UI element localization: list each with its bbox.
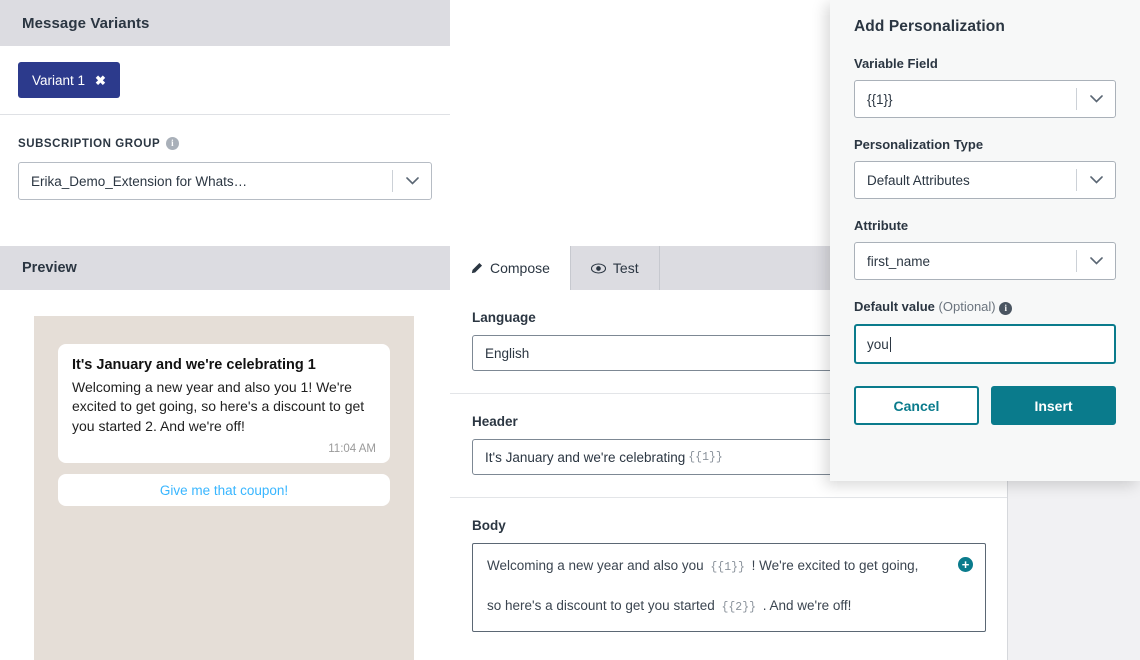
chevron-down-icon[interactable] xyxy=(393,177,431,185)
variant-1-chip[interactable]: Variant 1 ✖ xyxy=(18,62,120,98)
preview-message-card: It's January and we're celebrating 1 Wel… xyxy=(58,344,390,464)
attribute-label: Attribute xyxy=(854,218,909,233)
variant-tabs-row: Variant 1 ✖ xyxy=(0,46,450,114)
preview-message-body: Welcoming a new year and also you 1! We'… xyxy=(72,378,365,435)
subscription-group-label: SUBSCRIPTION GROUP i xyxy=(18,137,432,150)
body-line2-token[interactable]: {{2}} xyxy=(718,601,759,614)
preview-header: Preview xyxy=(0,246,450,290)
personalization-type-select[interactable]: Default Attributes xyxy=(854,161,1116,199)
variable-field-value: {{1}} xyxy=(867,91,893,107)
personalization-type-label: Personalization Type xyxy=(854,137,984,152)
add-personalization-modal: Add Personalization Variable Field {{1}}… xyxy=(830,0,1140,481)
default-value-input[interactable]: you xyxy=(854,324,1116,364)
tab-test[interactable]: Test xyxy=(571,246,660,290)
cancel-button[interactable]: Cancel xyxy=(854,386,979,425)
subscription-group-label-text: SUBSCRIPTION GROUP xyxy=(18,137,161,150)
preview-cta-button[interactable]: Give me that coupon! xyxy=(58,474,390,506)
default-value-label: Default value (Optional) i xyxy=(854,299,1116,315)
subscription-group-section: SUBSCRIPTION GROUP i Erika_Demo_Extensio… xyxy=(0,115,450,200)
preview-message-header: It's January and we're celebrating 1 xyxy=(72,357,316,373)
close-icon[interactable]: ✖ xyxy=(95,74,106,87)
body-line2-post: . And we're off! xyxy=(762,598,852,614)
info-icon[interactable]: i xyxy=(166,137,180,150)
text-cursor xyxy=(889,336,891,352)
insert-button[interactable]: Insert xyxy=(991,386,1116,425)
body-label: Body xyxy=(472,518,506,533)
language-value: English xyxy=(485,345,530,361)
attribute-value: first_name xyxy=(867,253,931,269)
tab-compose-label: Compose xyxy=(490,260,550,276)
variable-field-select[interactable]: {{1}} xyxy=(854,80,1116,118)
pencil-icon xyxy=(470,262,483,275)
body-line1-token[interactable]: {{1}} xyxy=(707,561,748,574)
modal-title: Add Personalization xyxy=(854,18,1005,35)
default-value-text: you xyxy=(867,336,889,352)
body-line-2: so here's a discount to get you started … xyxy=(487,596,971,616)
subscription-group-value: Erika_Demo_Extension for Whats… xyxy=(31,173,248,189)
body-line1-post: ! We're excited to get going, xyxy=(751,558,919,573)
header-text: It's January and we're celebrating xyxy=(485,449,686,465)
body-field-block: Body Welcoming a new year and also you {… xyxy=(450,498,1008,654)
screen-root: Message Variants Variant 1 ✖ SUBSCRIPTIO… xyxy=(0,0,1140,660)
default-value-label-text: Default value xyxy=(854,299,935,314)
subscription-group-select[interactable]: Erika_Demo_Extension for Whats… xyxy=(18,162,432,200)
preview-canvas: It's January and we're celebrating 1 Wel… xyxy=(34,316,414,660)
attribute-select[interactable]: first_name xyxy=(854,242,1116,280)
page-title: Message Variants xyxy=(22,14,150,32)
default-value-optional-text: (Optional) xyxy=(938,299,996,314)
personalization-type-value: Default Attributes xyxy=(867,172,970,188)
body-line-1: Welcoming a new year and also you {{1}} … xyxy=(487,556,971,576)
chevron-down-icon[interactable] xyxy=(1077,95,1115,103)
preview-title: Preview xyxy=(22,260,77,276)
chevron-down-icon[interactable] xyxy=(1077,176,1115,184)
tab-compose[interactable]: Compose xyxy=(450,246,571,290)
info-icon[interactable]: i xyxy=(999,302,1013,315)
body-line1-pre: Welcoming a new year and also you xyxy=(487,558,704,573)
eye-icon xyxy=(590,262,606,274)
body-line2-pre: so here's a discount to get you started xyxy=(487,598,715,614)
tab-test-label: Test xyxy=(612,260,639,276)
add-personalization-icon[interactable]: + xyxy=(958,557,973,572)
preview-message-time: 11:04 AM xyxy=(328,443,376,456)
body-editor[interactable]: Welcoming a new year and also you {{1}} … xyxy=(472,543,986,632)
modal-actions: Cancel Insert xyxy=(854,386,1116,425)
header-variable-token[interactable]: {{1}} xyxy=(685,451,726,464)
chevron-down-icon[interactable] xyxy=(1077,257,1115,265)
message-variants-header: Message Variants xyxy=(0,0,450,46)
variant-chip-label: Variant 1 xyxy=(32,72,86,88)
left-panel: Message Variants Variant 1 ✖ SUBSCRIPTIO… xyxy=(0,0,450,660)
variable-field-label: Variable Field xyxy=(854,56,938,71)
